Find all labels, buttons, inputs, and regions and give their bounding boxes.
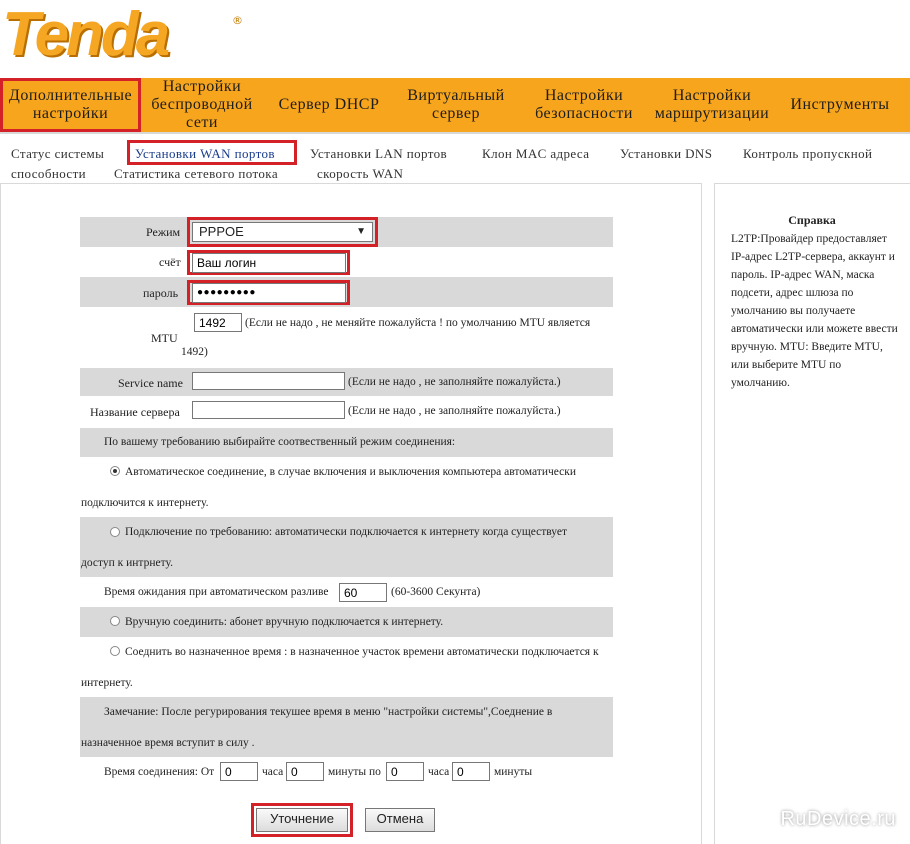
timed-text: Соеднить во назначенное время : в назнач… — [125, 646, 599, 658]
radio-timed[interactable] — [110, 646, 120, 656]
idle-time-hint: (60-3600 Секунта) — [391, 586, 481, 598]
auto-connect-text-cont: подключится к интернету. — [81, 497, 209, 509]
mtu-label: MTU — [151, 331, 178, 345]
mode-value: PPPOE — [199, 224, 244, 239]
menu-security-settings[interactable]: Настройки безопасности — [524, 78, 644, 132]
submenu-mac-clone[interactable]: Клон MAC адреса — [482, 146, 589, 162]
idle-time-label: Время ожидания при автоматическом разлив… — [104, 586, 329, 598]
submenu-wan-settings[interactable]: Установки WAN портов — [135, 146, 275, 162]
hours-label-2: часа — [428, 766, 450, 778]
server-name-input[interactable] — [192, 401, 345, 419]
on-demand-text: Подключение по требованию: автоматически… — [125, 526, 568, 538]
connection-time-label: Время соединения: От — [104, 766, 215, 778]
apply-button[interactable]: Уточнение — [256, 808, 348, 832]
submenu-bandwidth-control-cont[interactable]: способности — [11, 166, 86, 182]
menu-routing-settings[interactable]: Настройки маршрутизации — [648, 78, 776, 132]
submenu-traffic-stats[interactable]: Статистика сетевого потока — [114, 166, 278, 182]
server-name-label: Название сервера — [90, 405, 180, 419]
server-name-hint: (Если не надо , не заполняйте пожалуйста… — [348, 405, 561, 417]
password-label: пароль — [143, 286, 179, 300]
menu-dhcp-server[interactable]: Сервер DHCP — [268, 78, 390, 132]
mode-label: Режим — [146, 225, 181, 239]
menu-tools[interactable]: Инструменты — [782, 78, 898, 132]
submenu-dns-settings[interactable]: Установки DNS — [620, 146, 712, 162]
cancel-button[interactable]: Отмена — [365, 808, 435, 832]
note-text: Замечание: После регурирования текушее в… — [104, 706, 553, 718]
radio-manual[interactable] — [110, 616, 120, 626]
submenu-bandwidth-control[interactable]: Контроль пропускной — [743, 146, 872, 162]
menu-advanced-settings[interactable]: Дополнительные настройки — [0, 78, 141, 132]
minutes-to-label: минуты по — [328, 766, 381, 778]
mtu-hint: (Если не надо , не меняйте пожалуйста ! … — [245, 317, 591, 329]
service-name-input[interactable] — [192, 372, 345, 390]
idle-time-input[interactable]: 60 — [339, 583, 387, 602]
registered-mark: ® — [232, 14, 243, 27]
watermark: RuDevice.ru — [780, 808, 896, 830]
service-name-hint: (Если не надо , не заполняйте пожалуйста… — [348, 376, 561, 388]
note-text-cont: назначенное время вступит в силу . — [81, 737, 255, 749]
submenu-lan-settings[interactable]: Установки LAN портов — [310, 146, 447, 162]
hours-label-1: часа — [262, 766, 284, 778]
main-menu: Дополнительные настройки Настройки беспр… — [0, 78, 910, 132]
menu-virtual-server[interactable]: Виртуальный сервер — [395, 78, 517, 132]
connection-mode-heading: По вашему требованию выбирайте соотвеств… — [104, 436, 456, 448]
mtu-hint-cont: 1492) — [181, 346, 208, 358]
submenu-wan-speed[interactable]: скорость WAN — [317, 166, 403, 182]
mtu-input[interactable]: 1492 — [194, 313, 242, 332]
auto-connect-text: Автоматическое соединение, в случае вклю… — [125, 466, 576, 478]
start-minute-input[interactable]: 0 — [286, 762, 324, 781]
account-label: счёт — [159, 255, 181, 269]
menu-divider — [0, 132, 910, 134]
account-input[interactable]: Ваш логин — [192, 253, 346, 273]
connection-mode-select[interactable]: PPPOE ▼ — [192, 222, 373, 242]
tenda-logo: Tenda — [2, 0, 170, 69]
chevron-down-icon: ▼ — [356, 226, 366, 237]
on-demand-text-cont: доступ к интрнету. — [81, 557, 173, 569]
help-title: Справка — [788, 213, 836, 227]
minutes-end-label: минуты — [494, 766, 533, 778]
help-text: L2TP:Провайдер предоставляет IP-адрес L2… — [731, 233, 898, 389]
submenu-system-status[interactable]: Статус системы — [11, 146, 104, 162]
radio-auto-connect[interactable] — [110, 466, 120, 476]
password-input[interactable]: ●●●●●●●●● — [192, 283, 346, 303]
radio-on-demand[interactable] — [110, 527, 120, 537]
end-minute-input[interactable]: 0 — [452, 762, 490, 781]
end-hour-input[interactable]: 0 — [386, 762, 424, 781]
manual-text: Вручную соединить: абонет вручную подклю… — [125, 616, 444, 628]
menu-wireless-settings[interactable]: Настройки беспроводной сети — [143, 78, 261, 132]
timed-text-cont: интернету. — [81, 677, 133, 689]
service-name-label: Service name — [118, 376, 183, 390]
start-hour-input[interactable]: 0 — [220, 762, 258, 781]
